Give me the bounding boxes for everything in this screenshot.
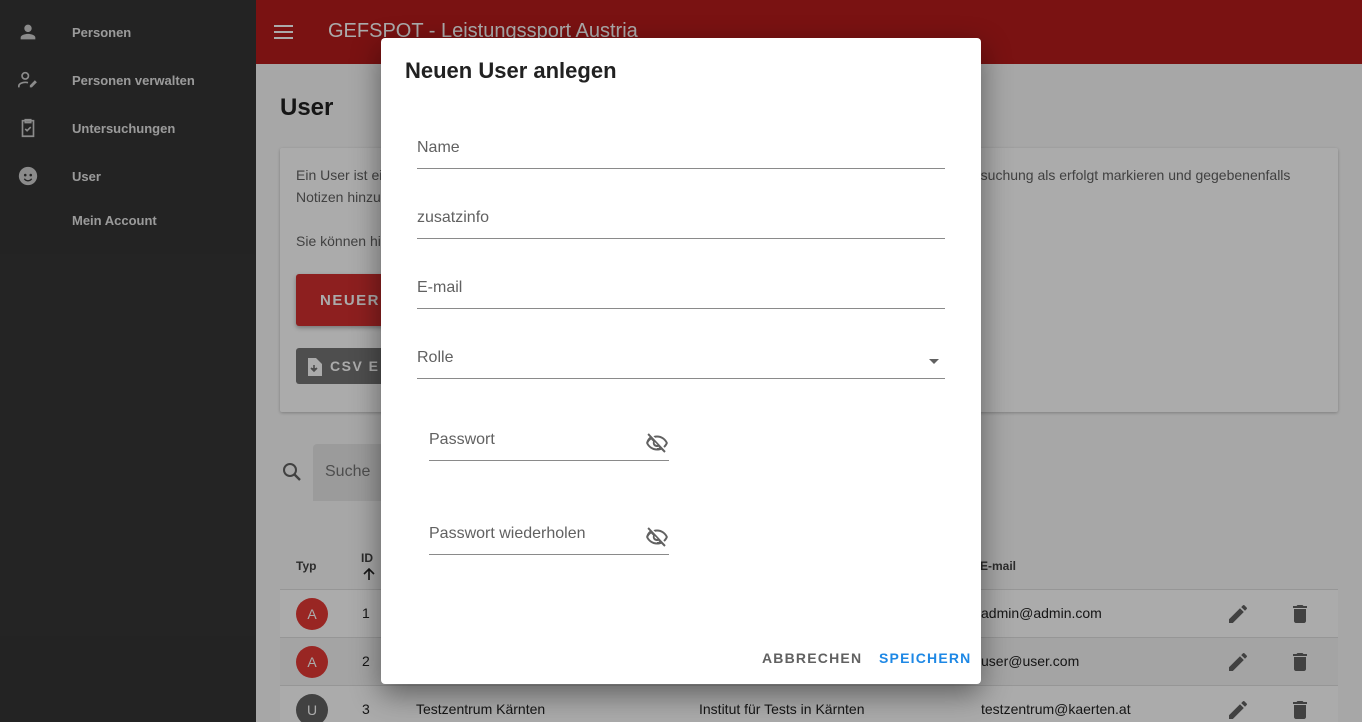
save-button[interactable]: SPEICHERN xyxy=(879,650,971,666)
passwort-field[interactable]: Passwort xyxy=(429,421,669,461)
passwort-field-label: Passwort xyxy=(429,431,495,448)
eye-off-icon[interactable] xyxy=(645,525,669,549)
zusatzinfo-field[interactable]: zusatzinfo xyxy=(417,199,945,239)
email-field-label: E-mail xyxy=(417,279,463,296)
name-field-label: Name xyxy=(417,139,460,156)
eye-off-icon[interactable] xyxy=(645,431,669,455)
new-user-dialog: Neuen User anlegen Name zusatzinfo E-mai… xyxy=(381,38,981,684)
passwort-wiederholen-field-label: Passwort wiederholen xyxy=(429,525,586,542)
passwort-wiederholen-field[interactable]: Passwort wiederholen xyxy=(429,515,669,555)
rolle-select-label: Rolle xyxy=(417,349,454,366)
name-field[interactable]: Name xyxy=(417,129,945,169)
rolle-select[interactable]: Rolle xyxy=(417,339,945,379)
zusatzinfo-field-label: zusatzinfo xyxy=(417,209,490,226)
dialog-title: Neuen User anlegen xyxy=(405,58,617,83)
dropdown-arrow-icon xyxy=(929,359,939,364)
email-field[interactable]: E-mail xyxy=(417,269,945,309)
cancel-button[interactable]: ABBRECHEN xyxy=(762,650,862,666)
